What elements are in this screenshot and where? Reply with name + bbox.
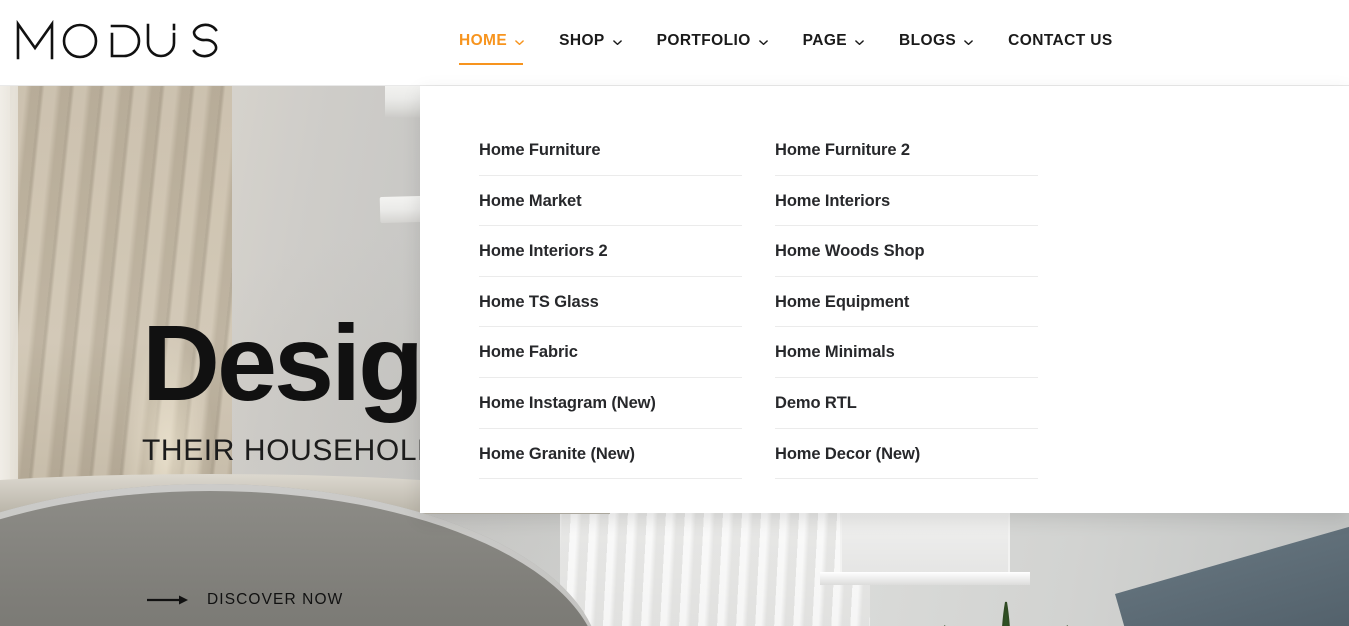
- mega-menu-item[interactable]: Home Furniture: [479, 125, 742, 176]
- nav-item-page-label: PAGE: [802, 32, 848, 49]
- nav-active-underline: [459, 63, 523, 65]
- chevron-down-icon: [758, 37, 769, 48]
- mega-menu-item[interactable]: Home Woods Shop: [775, 226, 1038, 277]
- modus-logo-icon: [16, 19, 218, 60]
- mega-menu-item[interactable]: Home Decor (New): [775, 429, 1038, 480]
- chevron-down-icon: [612, 37, 623, 48]
- mega-menu-item[interactable]: Home Equipment: [775, 277, 1038, 328]
- mega-menu-column-1: Home Furniture Home Market Home Interior…: [479, 125, 742, 480]
- chevron-down-icon: [854, 37, 865, 48]
- mega-menu-item[interactable]: Home Interiors: [775, 176, 1038, 227]
- nav-item-page[interactable]: PAGE: [803, 30, 899, 52]
- nav-item-contact-us[interactable]: CONTACT US: [1008, 30, 1146, 52]
- chevron-down-icon: [963, 37, 974, 48]
- mega-menu-columns: Home Furniture Home Market Home Interior…: [479, 125, 1038, 480]
- mega-menu-column-2: Home Furniture 2 Home Interiors Home Woo…: [775, 125, 1038, 480]
- nav-item-blogs[interactable]: BLOGS: [899, 30, 1008, 52]
- potted-plant: [880, 596, 1130, 626]
- window-sill: [820, 572, 1030, 585]
- nav-item-shop-label: SHOP: [559, 32, 605, 49]
- discover-now-link[interactable]: DISCOVER NOW: [147, 591, 343, 609]
- nav-item-portfolio[interactable]: PORTFOLIO: [657, 30, 803, 52]
- nav-item-home-label: HOME: [459, 32, 508, 49]
- home-mega-menu-panel: Home Furniture Home Market Home Interior…: [420, 86, 1349, 513]
- mega-menu-item[interactable]: Home Market: [479, 176, 742, 227]
- mega-menu-item[interactable]: Home Fabric: [479, 327, 742, 378]
- nav-item-home[interactable]: HOME: [459, 30, 559, 65]
- mega-menu-item[interactable]: Home Interiors 2: [479, 226, 742, 277]
- mega-menu-item[interactable]: Demo RTL: [775, 378, 1038, 429]
- mega-menu-item[interactable]: Home Granite (New): [479, 429, 742, 480]
- nav-item-blogs-label: BLOGS: [899, 32, 957, 49]
- page-root: HOME SHOP PORTFOLIO PAGE BLOGS CONTACT U…: [0, 0, 1349, 626]
- site-header: HOME SHOP PORTFOLIO PAGE BLOGS CONTACT U…: [0, 0, 1349, 86]
- curtain-edge-sheer: [0, 86, 18, 532]
- mega-menu-item[interactable]: Home Furniture 2: [775, 125, 1038, 176]
- mega-menu-item[interactable]: Home TS Glass: [479, 277, 742, 328]
- discover-now-label: DISCOVER NOW: [207, 591, 344, 608]
- nav-item-shop[interactable]: SHOP: [559, 30, 657, 52]
- mega-menu-item[interactable]: Home Minimals: [775, 327, 1038, 378]
- main-navigation: HOME SHOP PORTFOLIO PAGE BLOGS CONTACT U…: [459, 30, 1147, 65]
- arrow-right-icon: [147, 594, 193, 606]
- plant-leaves-icon: [944, 601, 1068, 626]
- brand-logo[interactable]: [14, 18, 224, 62]
- nav-item-contact-us-label: CONTACT US: [1008, 32, 1113, 49]
- chevron-down-icon: [514, 37, 525, 48]
- nav-item-portfolio-label: PORTFOLIO: [656, 32, 751, 49]
- mega-menu-item[interactable]: Home Instagram (New): [479, 378, 742, 429]
